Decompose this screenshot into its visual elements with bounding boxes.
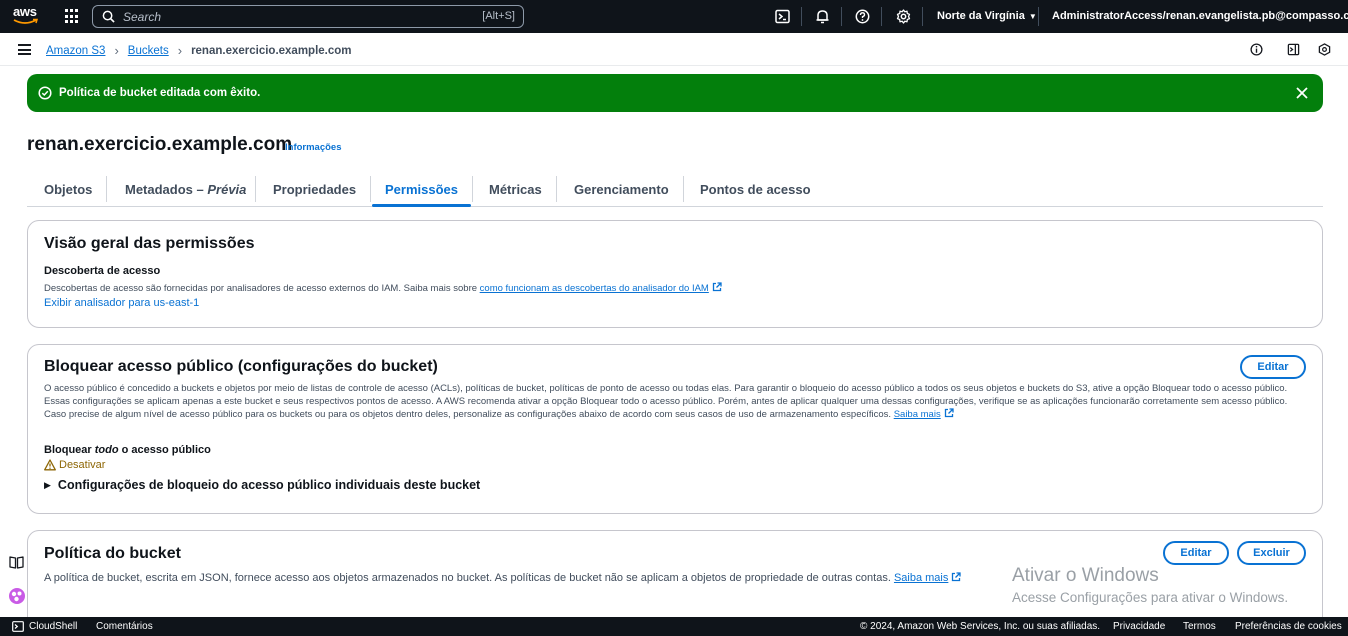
search-box[interactable]: [Alt+S] [92,5,524,28]
tab-gerenciamento[interactable]: Gerenciamento [574,172,669,206]
search-shortcut: [Alt+S] [482,10,515,22]
tab-permissoes[interactable]: Permissões [372,172,471,207]
page-title: renan.exercicio.example.com [27,134,293,155]
external-link-icon [712,282,722,292]
tab-label: Gerenciamento [574,181,669,197]
tab-label-emphasis: Prévia [207,181,247,197]
expander-label: Configurações de bloqueio do acesso públ… [57,478,481,492]
caret-right-icon: ▶ [44,479,51,490]
cloudshell-icon [12,621,24,632]
windows-activation-title: Ativar o Windows [1012,565,1159,586]
help-icon[interactable] [855,9,870,24]
breadcrumb-bar: Amazon S3 › Buckets › renan.exercicio.ex… [0,33,1348,66]
tab-metricas[interactable]: Métricas [489,172,542,206]
footer-cloudshell[interactable]: CloudShell [29,621,77,632]
access-findings-label: Descoberta de acesso [44,265,161,277]
windows-activation-subtitle: Acesse Configurações para ativar o Windo… [1012,590,1289,605]
notifications-bell-icon[interactable] [815,9,830,24]
flash-message: Política de bucket editada com êxito. [59,87,261,99]
edit-button[interactable]: Editar [1240,355,1306,379]
tab-label: Objetos [44,181,93,197]
aws-logo[interactable]: aws [13,4,41,28]
footer-cookie-preferences[interactable]: Preferências de cookies [1235,621,1342,632]
footer-privacy[interactable]: Privacidade [1113,621,1165,632]
success-check-icon [38,86,52,100]
card-title: Política do bucket [44,545,181,562]
block-public-description: O acesso público é concedido a buckets e… [44,383,1288,420]
footer-feedback[interactable]: Comentários [96,621,153,632]
tab-metadados[interactable]: Metadados – Prévia [125,172,246,206]
side-panel-icon[interactable] [1287,43,1300,56]
access-findings-description: Descobertas de acesso são fornecidas por… [44,282,722,296]
menu-hamburger-icon[interactable] [18,44,31,55]
view-analyzer-link[interactable]: Exibir analisador para us-east-1 [44,297,199,309]
hexagon-settings-icon[interactable] [1318,43,1331,56]
search-icon [102,10,115,23]
region-selector[interactable]: Norte da Virgínia ▼ [937,10,1037,22]
caret-down-icon: ▼ [1028,12,1037,21]
external-link-icon [944,408,954,418]
account-menu[interactable]: AdministratorAccess/renan.evangelista.pb… [1052,10,1348,22]
search-input[interactable] [123,9,463,24]
status-text: Desativar [59,459,106,471]
card-title: Visão geral das permissões [44,235,255,252]
iam-analyzer-docs-link[interactable]: como funcionam as descobertas do analisa… [480,282,722,294]
aws-logo-text: aws [13,4,37,19]
top-navigation: aws [Alt+S] Norte da Virgínia [0,0,1348,33]
learn-more-link[interactable]: Saiba mais [894,572,962,584]
chevron-right-icon: › [177,43,183,58]
info-circle-icon[interactable] [1250,43,1263,56]
services-grid-icon[interactable] [65,9,80,24]
footer-copyright: © 2024, Amazon Web Services, Inc. ou sua… [860,621,1101,632]
cloudshell-icon[interactable] [775,9,790,24]
breadcrumb: Amazon S3 › Buckets › renan.exercicio.ex… [46,43,352,58]
region-label: Norte da Virgínia [937,10,1025,22]
card-title: Bloquear acesso público (configurações d… [44,358,438,375]
book-icon[interactable] [8,554,25,571]
account-label: AdministratorAccess/renan.evangelista.pb… [1052,10,1348,22]
policy-description: A política de bucket, escrita em JSON, f… [44,572,962,585]
tab-label: Permissões [385,181,458,197]
chevron-right-icon: › [114,43,119,58]
individual-settings-expander[interactable]: ▶ Configurações de bloqueio do acesso pú… [44,478,480,492]
close-icon[interactable] [1295,86,1309,100]
tab-objetos[interactable]: Objetos [44,172,92,206]
tab-list: Objetos Metadados – Prévia Propriedades … [27,172,1323,207]
settings-gear-icon[interactable] [896,9,911,24]
breadcrumb-amazon-s3[interactable]: Amazon S3 [46,45,105,57]
footer: CloudShell Comentários © 2024, Amazon We… [0,617,1348,636]
tab-label: Pontos de acesso [700,181,811,197]
aws-smile-icon [13,18,38,24]
block-all-status: Desativar [44,459,105,471]
tab-pontos-de-acesso[interactable]: Pontos de acesso [700,172,811,206]
breadcrumb-buckets[interactable]: Buckets [128,45,169,57]
footer-terms[interactable]: Termos [1183,621,1216,632]
delete-policy-button[interactable]: Excluir [1237,541,1306,565]
external-link-icon [952,572,962,582]
warning-icon [44,459,56,471]
info-link[interactable]: Informações [285,142,342,153]
edit-policy-button[interactable]: Editar [1163,541,1229,565]
tab-propriedades[interactable]: Propriedades [273,172,356,206]
block-public-access-card: Bloquear acesso público (configurações d… [27,344,1323,514]
amazon-q-icon[interactable] [8,587,26,605]
permissions-overview-card: Visão geral das permissões Descoberta de… [27,220,1323,328]
breadcrumb-current: renan.exercicio.example.com [191,44,352,57]
block-all-label: Bloquear todo o acesso público [44,444,211,456]
learn-more-link[interactable]: Saiba mais [894,408,954,420]
tab-label: Métricas [489,181,542,197]
success-flashbar: Política de bucket editada com êxito. [27,74,1323,112]
tab-label: Metadados – [125,181,208,197]
tab-label: Propriedades [273,181,357,197]
